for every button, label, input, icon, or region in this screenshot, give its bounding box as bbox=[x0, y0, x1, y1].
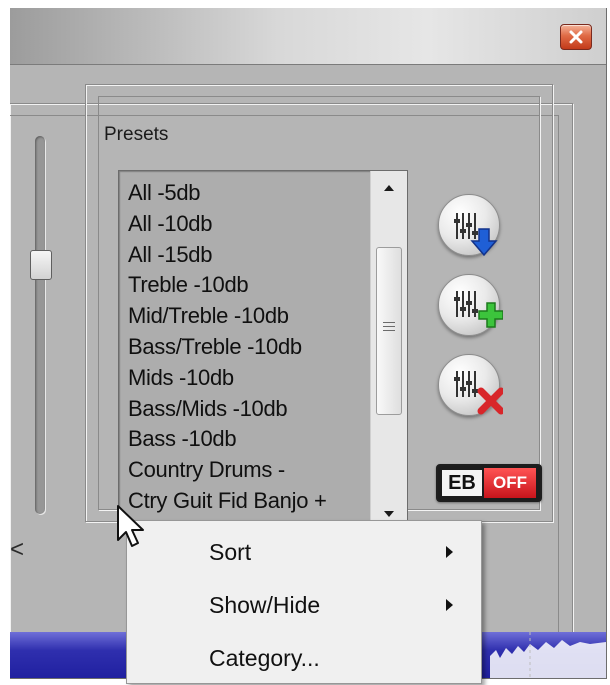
side-glyph: < bbox=[10, 536, 25, 563]
waveform-icon bbox=[490, 632, 606, 678]
eb-label: EB bbox=[442, 470, 482, 496]
preset-list-item[interactable]: Country Drums - bbox=[128, 455, 368, 486]
preset-list-item[interactable]: Mid/Treble -10db bbox=[128, 301, 368, 332]
scrollbar-thumb[interactable] bbox=[376, 247, 402, 415]
load-preset-button[interactable] bbox=[438, 194, 500, 257]
close-button[interactable] bbox=[560, 24, 592, 50]
eb-state: OFF bbox=[484, 468, 536, 498]
preset-list-item[interactable]: All -5db bbox=[128, 178, 368, 209]
eq-delete-icon bbox=[454, 371, 503, 415]
preset-list-item[interactable]: Bass/Treble -10db bbox=[128, 332, 368, 363]
preset-list-item[interactable]: Mids -10db bbox=[128, 363, 368, 394]
add-preset-button[interactable] bbox=[438, 274, 503, 336]
delete-preset-button[interactable] bbox=[438, 354, 503, 416]
presets-scrollbar[interactable] bbox=[370, 171, 407, 523]
preset-list-item[interactable]: Bass/Mids -10db bbox=[128, 394, 368, 425]
presets-list: All -5db All -10db All -15db Treble -10db Mi… bbox=[128, 178, 368, 517]
preset-list-item[interactable]: Ctry Guit Fid Banjo + bbox=[128, 486, 368, 517]
preset-list-item[interactable]: Bass -10db bbox=[128, 424, 368, 455]
volume-slider-thumb[interactable] bbox=[30, 250, 52, 280]
scrollbar-grip-icon bbox=[383, 322, 395, 334]
menu-item-show-hide[interactable]: Show/Hide bbox=[129, 580, 479, 632]
title-bar[interactable] bbox=[10, 8, 606, 64]
menu-item-label: Show/Hide bbox=[209, 592, 321, 618]
close-icon bbox=[569, 30, 583, 44]
submenu-arrow-icon bbox=[446, 599, 453, 611]
presets-listbox[interactable]: All -5db All -10db All -15db Treble -10db Mi… bbox=[118, 170, 408, 524]
menu-item-label: Category... bbox=[209, 645, 320, 671]
context-menu: Sort Show/Hide Category... bbox=[126, 520, 482, 684]
menu-item-category[interactable]: Category... bbox=[129, 633, 479, 685]
scroll-up-button[interactable] bbox=[371, 173, 407, 203]
eb-toggle-button[interactable]: EB OFF bbox=[436, 464, 542, 502]
mouse-cursor-icon bbox=[117, 505, 144, 547]
menu-item-sort[interactable]: Sort bbox=[129, 527, 479, 579]
volume-slider-track[interactable] bbox=[35, 136, 45, 514]
preset-list-item[interactable]: All -15db bbox=[128, 240, 368, 271]
eq-add-icon bbox=[454, 291, 503, 328]
submenu-arrow-icon bbox=[446, 546, 453, 558]
scroll-up-icon bbox=[384, 185, 394, 191]
eq-download-icon bbox=[454, 213, 498, 257]
preset-list-item[interactable]: All -10db bbox=[128, 209, 368, 240]
preset-list-item[interactable]: Treble -10db bbox=[128, 270, 368, 301]
presets-group-label: Presets bbox=[100, 124, 173, 146]
menu-item-label: Sort bbox=[209, 539, 252, 565]
